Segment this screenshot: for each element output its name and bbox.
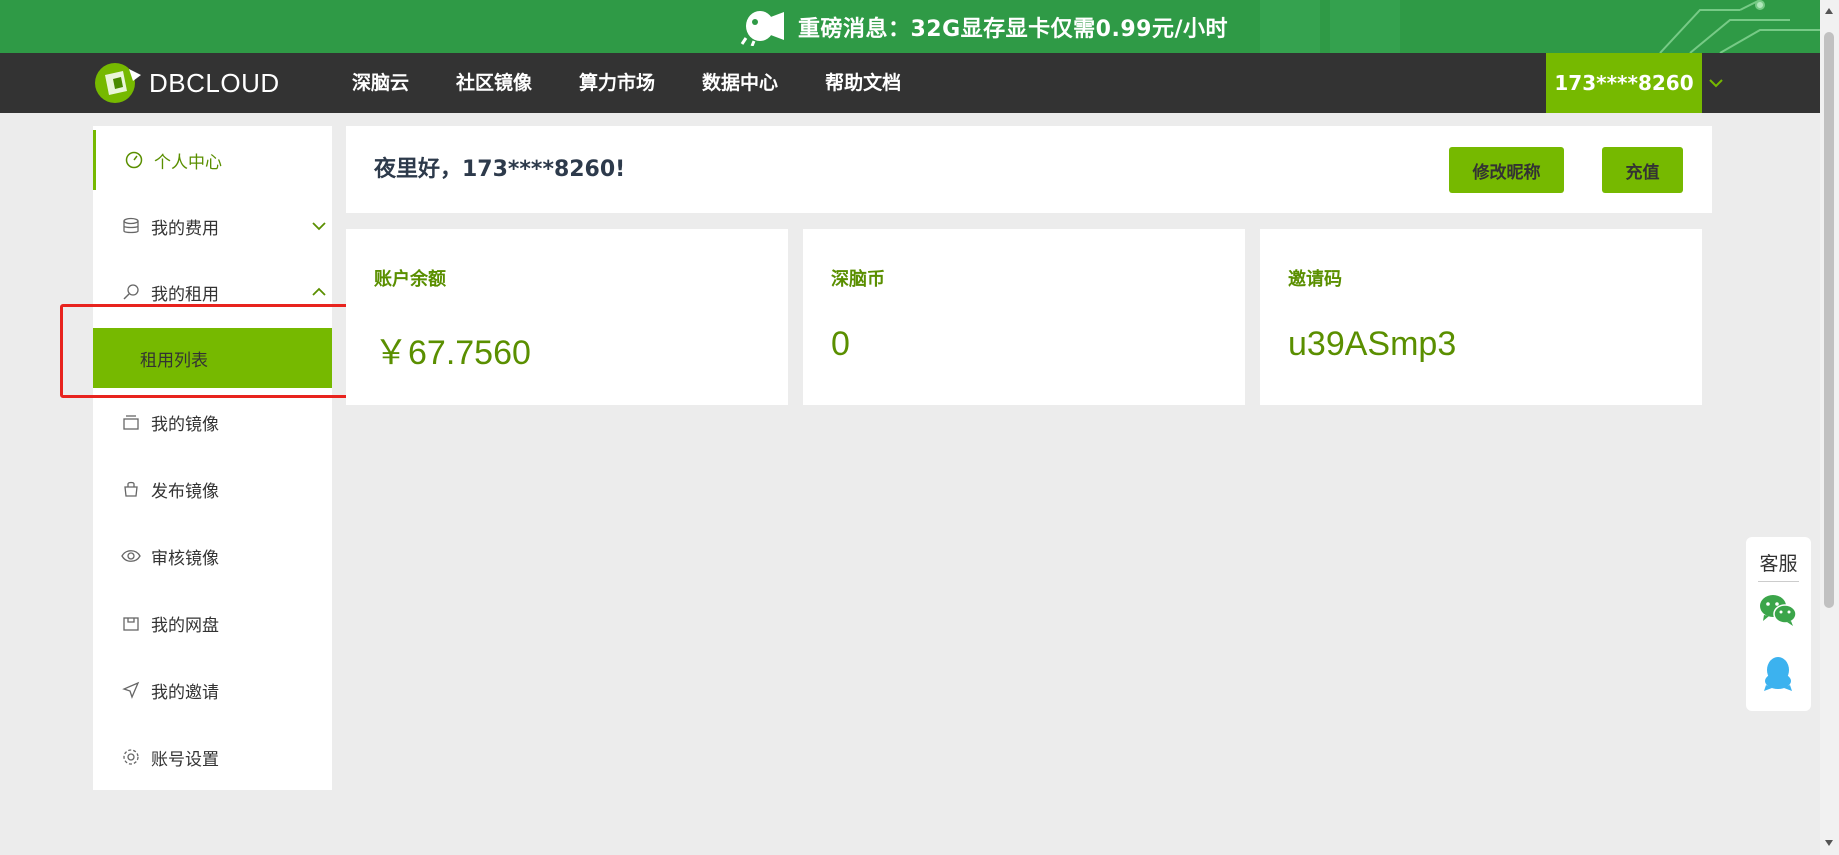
balance-card: 账户余额 ￥67.7560	[346, 229, 788, 405]
greeting-text: 夜里好，173****8260!	[374, 157, 626, 182]
sidebar-item-label: 我的网盘	[151, 615, 219, 636]
nav-link-community-images[interactable]: 社区镜像	[456, 53, 532, 113]
dbcloud-logo-icon	[95, 63, 141, 103]
balance-label: 账户余额	[374, 269, 446, 290]
recharge-button[interactable]: 充值	[1602, 147, 1683, 193]
highlight-box	[60, 304, 373, 398]
sidebar-item-label: 我的租用	[151, 284, 219, 305]
sidebar-item-account-settings[interactable]: 账号设置	[93, 727, 332, 787]
image-stack-icon	[121, 412, 141, 432]
sidebar-item-label: 发布镜像	[151, 481, 219, 502]
eye-icon	[121, 546, 141, 566]
customer-service-widget: 客服	[1746, 537, 1811, 711]
chevron-down-icon	[312, 222, 326, 231]
chevron-down-icon[interactable]	[1708, 75, 1724, 91]
coins-card: 深脑币 0	[803, 229, 1245, 405]
sidebar: 个人中心 我的费用 我的租用 租用列表 我的镜像 发布镜像 审核镜像 我的网盘 …	[93, 126, 332, 790]
logo-text: DBCLOUD	[149, 67, 280, 98]
dashboard-icon	[124, 150, 144, 170]
netdisk-icon	[121, 613, 141, 633]
balance-value: ￥67.7560	[374, 334, 531, 372]
sidebar-item-label: 个人中心	[154, 152, 222, 173]
nav-link-compute-market[interactable]: 算力市场	[579, 53, 655, 113]
banner-text: 重磅消息：32G显存显卡仅需0.99元/小时	[798, 17, 1228, 42]
settings-icon	[121, 747, 141, 767]
sidebar-item-review-image[interactable]: 审核镜像	[93, 526, 332, 586]
search-rent-icon	[121, 282, 141, 302]
sidebar-item-my-netdisk[interactable]: 我的网盘	[93, 593, 332, 653]
sidebar-item-my-images[interactable]: 我的镜像	[93, 392, 332, 452]
coins-value: 0	[831, 325, 850, 363]
sidebar-item-publish-image[interactable]: 发布镜像	[93, 459, 332, 519]
sidebar-item-label: 账号设置	[151, 749, 219, 770]
invite-code-value: u39ASmp3	[1288, 325, 1457, 363]
logo[interactable]: DBCLOUD	[93, 61, 280, 105]
publish-bag-icon	[121, 479, 141, 499]
service-title: 客服	[1759, 553, 1798, 575]
divider	[1758, 581, 1799, 582]
promo-banner[interactable]: 重磅消息：32G显存显卡仅需0.99元/小时	[0, 0, 1820, 53]
invite-code-card: 邀请码 u39ASmp3	[1260, 229, 1702, 405]
sidebar-item-my-invites[interactable]: 我的邀请	[93, 660, 332, 720]
sidebar-item-label: 我的邀请	[151, 682, 219, 703]
top-nav: DBCLOUD 深脑云 社区镜像 算力市场 数据中心 帮助文档 173****8…	[0, 53, 1820, 113]
greeting-card: 夜里好，173****8260! 修改昵称 充值	[346, 126, 1712, 213]
scrollbar-thumb[interactable]	[1824, 32, 1834, 608]
chevron-up-icon	[312, 287, 326, 296]
coins-label: 深脑币	[831, 269, 885, 290]
send-icon	[121, 680, 141, 700]
megaphone-mascot-icon	[740, 11, 784, 46]
nav-link-help-docs[interactable]: 帮助文档	[825, 53, 901, 113]
user-menu-button[interactable]: 173****8260	[1546, 53, 1702, 113]
sidebar-item-personal-center[interactable]: 个人中心	[93, 130, 335, 190]
database-icon	[121, 216, 141, 236]
page-scrollbar[interactable]	[1820, 0, 1839, 855]
qq-icon[interactable]	[1763, 655, 1793, 693]
wechat-icon[interactable]	[1758, 593, 1798, 627]
scroll-up-arrow-icon[interactable]	[1824, 6, 1834, 16]
sidebar-item-label: 我的镜像	[151, 414, 219, 435]
scroll-down-arrow-icon[interactable]	[1824, 838, 1834, 848]
sidebar-item-label: 我的费用	[151, 218, 219, 239]
circuit-decoration	[1260, 0, 1820, 53]
invite-code-label: 邀请码	[1288, 269, 1342, 290]
sidebar-item-label: 审核镜像	[151, 548, 219, 569]
nav-link-data-center[interactable]: 数据中心	[702, 53, 778, 113]
edit-nickname-button[interactable]: 修改昵称	[1449, 147, 1564, 193]
sidebar-item-my-costs[interactable]: 我的费用	[93, 196, 332, 256]
nav-link-shennaoyun[interactable]: 深脑云	[352, 53, 409, 113]
